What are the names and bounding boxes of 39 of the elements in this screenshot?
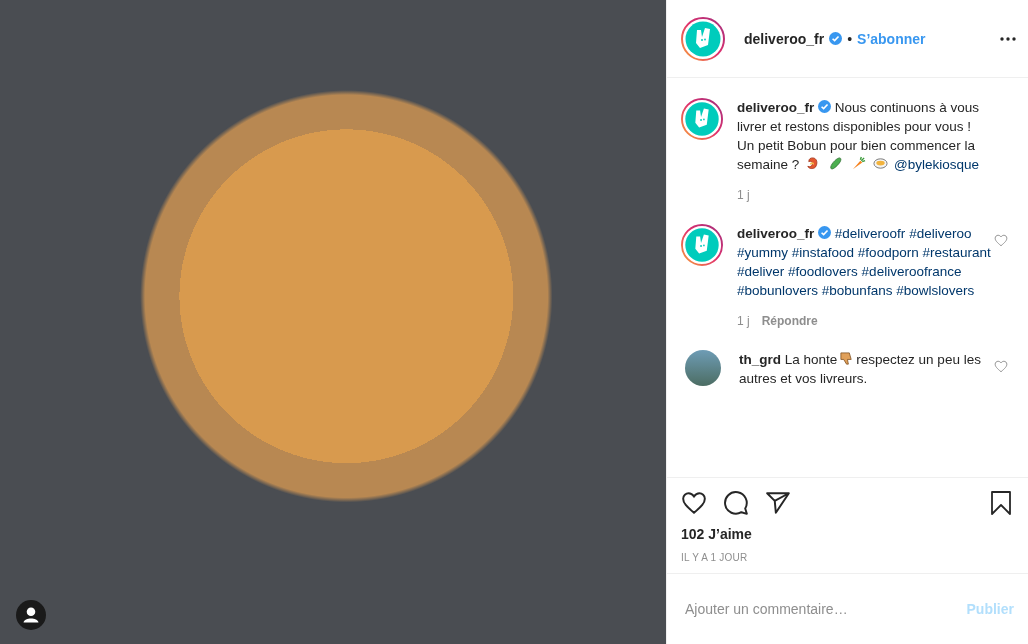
comment-field[interactable]: Ajouter un commentaire… xyxy=(683,600,961,618)
comment-time: 1 j xyxy=(737,188,750,202)
bowl-emoji-icon xyxy=(873,156,889,171)
comment-icon[interactable] xyxy=(723,490,749,516)
hashtag-link[interactable]: #restaurant xyxy=(922,245,991,260)
separator-dot: • xyxy=(847,30,853,47)
hashtag-link[interactable]: #instafood xyxy=(791,245,855,260)
more-options-icon[interactable] xyxy=(1000,36,1016,41)
post-date: IL Y A 1 JOUR xyxy=(681,552,749,563)
username[interactable]: th_grd xyxy=(739,352,781,367)
hashtag-link[interactable]: #deliver xyxy=(737,264,785,279)
logo-avatar[interactable] xyxy=(681,224,723,266)
comment-text: th_grd La honte respectez un peu les autres et vos livreurs. xyxy=(739,350,982,388)
username[interactable]: deliveroo_fr xyxy=(737,226,815,241)
hashtag-link[interactable]: #deliveroofr xyxy=(834,226,906,241)
user-tag-icon[interactable] xyxy=(16,600,46,630)
username[interactable]: deliveroo_fr xyxy=(744,30,825,47)
hashtag-link[interactable]: #bobunfans xyxy=(821,283,893,298)
hashtag-link[interactable]: #foodporn xyxy=(857,245,919,260)
comment-text: deliveroo_fr Nous continuons à vous livrer et restons disponibles pour vous ! Un petit Bobun pour bien commencer la semaine ? @bylekiosque xyxy=(737,99,981,174)
hashtag-link[interactable]: #bobunlovers xyxy=(737,283,819,298)
logo-avatar[interactable] xyxy=(681,98,723,140)
like-count[interactable]: 102 J’aime xyxy=(681,526,1014,542)
hashtag-link[interactable]: #bowlslovers xyxy=(896,283,975,298)
hashtag-link[interactable]: #deliveroofrance xyxy=(861,264,962,279)
hashtag-link[interactable]: #foodlovers xyxy=(788,264,858,279)
hashtag-link[interactable]: #yummy xyxy=(737,245,788,260)
carrot-emoji-icon xyxy=(850,156,866,171)
username[interactable]: deliveroo_fr xyxy=(737,100,815,115)
logo-avatar[interactable] xyxy=(681,16,725,61)
hashtag-link[interactable]: #deliveroo xyxy=(909,226,972,241)
send-icon[interactable] xyxy=(765,490,791,516)
thumbs-down-emoji-icon xyxy=(839,351,855,366)
heart-icon[interactable] xyxy=(681,490,707,516)
mention-link[interactable]: @bylekiosque xyxy=(894,157,980,172)
comment-time: 1 j xyxy=(737,314,750,328)
bookmark-icon[interactable] xyxy=(988,490,1014,516)
avatar-photo[interactable] xyxy=(685,350,721,386)
cucumber-emoji-icon xyxy=(827,156,843,171)
